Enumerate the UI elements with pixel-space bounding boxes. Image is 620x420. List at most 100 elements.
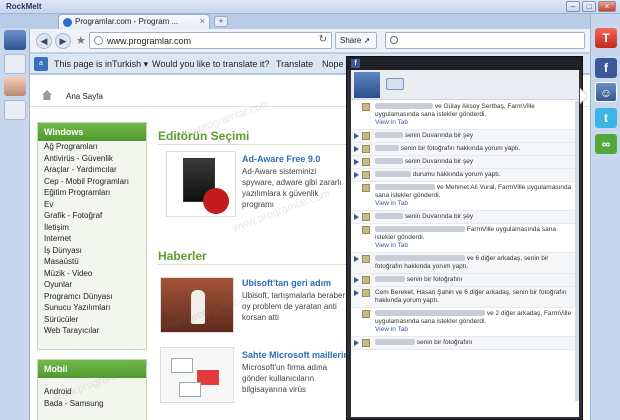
expand-arrow-icon[interactable]	[354, 159, 359, 165]
list-item[interactable]: ve Mehmet Ali Vural, FarmVille uygulamas…	[351, 182, 579, 211]
divider	[158, 144, 358, 145]
category-link[interactable]: Internet	[38, 233, 146, 245]
envelope-icon	[179, 382, 201, 397]
notification-text: senin bir fotoğrafını	[406, 276, 463, 283]
expand-arrow-icon[interactable]	[354, 340, 359, 346]
list-item[interactable]: senin Duvarında bir şey	[351, 156, 579, 169]
twitter-icon[interactable]: t	[595, 108, 617, 128]
list-item[interactable]: Cem Bereket, Hasan Şahin ve 6 diğer arka…	[351, 287, 579, 308]
list-item[interactable]: ve 6 diğer arkadaş, senin bir fotoğrafın…	[351, 253, 579, 274]
feed-reader-icon[interactable]: T	[595, 28, 617, 48]
chat-icon[interactable]: ∞	[595, 134, 617, 154]
editor-article-title[interactable]: Ad-Aware Free 9.0	[242, 154, 320, 164]
nope-button[interactable]: Nope	[322, 59, 344, 69]
category-link[interactable]: İletişim	[38, 222, 146, 234]
tab-title: Programlar.com - Program ...	[75, 17, 179, 26]
category-link[interactable]: Antivirüs - Güvenlik	[38, 153, 146, 165]
category-link[interactable]: Araçlar - Yardımcılar	[38, 164, 146, 176]
expand-arrow-icon[interactable]	[354, 146, 359, 152]
scrollbar[interactable]	[575, 101, 579, 401]
expand-arrow-icon[interactable]	[354, 172, 359, 178]
windows-category-box: Windows Ağ Programları Antivirüs - Güvenl…	[37, 122, 147, 350]
translate-icon: a	[34, 57, 48, 71]
expand-arrow-icon[interactable]	[354, 214, 359, 220]
tab-programlar[interactable]: Programlar.com - Program ... ×	[58, 14, 210, 29]
home-icon[interactable]	[42, 90, 52, 100]
view-in-tab-link[interactable]: View in Tab	[375, 242, 576, 250]
bookmark-star-icon[interactable]: ★	[76, 34, 86, 47]
news-section-title: Haberler	[158, 249, 207, 263]
new-tab-button[interactable]: +	[214, 16, 228, 27]
list-item[interactable]: FarmVille uygulamasında sana istekler gö…	[351, 224, 579, 253]
category-link[interactable]: Ağ Programları	[38, 141, 146, 153]
list-item[interactable]: senin bir fotoğrafını	[351, 274, 579, 287]
category-link[interactable]: Cep - Mobil Programları	[38, 176, 146, 188]
category-link[interactable]: Sürücüler	[38, 314, 146, 326]
category-link[interactable]: Masaüstü	[38, 256, 146, 268]
category-link[interactable]: Eğitim Programları	[38, 187, 146, 199]
forward-button[interactable]: ▶	[55, 33, 71, 49]
share-button[interactable]: Share ➚	[335, 32, 377, 49]
list-item[interactable]: senin Duvarında bir şey	[351, 130, 579, 143]
facebook-icon[interactable]: f	[595, 58, 617, 78]
address-bar[interactable]: www.programlar.com ↻	[89, 32, 332, 49]
facebook-profile-bar	[351, 70, 579, 100]
view-in-tab-icon[interactable]	[386, 78, 404, 90]
search-input[interactable]	[385, 32, 585, 49]
notification-icon	[362, 132, 370, 140]
category-link[interactable]: Programcı Dünyası	[38, 291, 146, 303]
mobil-category-list: Android Bada - Samsung	[38, 378, 146, 409]
avatar[interactable]	[354, 72, 380, 98]
close-button[interactable]: ×	[598, 1, 616, 12]
ubisoft-news-image[interactable]	[160, 277, 234, 333]
view-in-tab-link[interactable]: View in Tab	[375, 326, 576, 334]
list-item[interactable]: senin bir fotoğrafını	[351, 337, 579, 350]
adaware-box-image[interactable]	[166, 151, 236, 217]
blurred-name	[375, 213, 403, 220]
category-link[interactable]: Grafik - Fotoğraf	[38, 210, 146, 222]
mail-news-image[interactable]	[160, 347, 234, 403]
view-in-tab-link[interactable]: View in Tab	[375, 200, 576, 208]
category-link[interactable]: Bada - Samsung	[38, 398, 146, 410]
category-link[interactable]: Ev	[38, 199, 146, 211]
profile-avatar[interactable]	[4, 30, 26, 50]
category-link[interactable]: İş Dünyası	[38, 245, 146, 257]
contacts-icon[interactable]: ☺	[595, 82, 617, 102]
news-article-title[interactable]: Ubisoft'tan geri adım	[242, 278, 331, 288]
tab-close-icon[interactable]: ×	[200, 16, 205, 26]
news-article-title[interactable]: Sahte Microsoft maillerin	[242, 350, 349, 360]
blurred-name	[375, 145, 399, 152]
reload-icon[interactable]: ↻	[319, 34, 327, 45]
category-link[interactable]: Android	[38, 386, 146, 398]
blurred-name	[375, 132, 403, 139]
list-item[interactable]: senin bir fotoğrafın hakkında yorum yapt…	[351, 143, 579, 156]
tab-strip: Programlar.com - Program ... × +	[30, 14, 590, 29]
expand-arrow-icon[interactable]	[354, 290, 359, 296]
category-link[interactable]: Web Tarayıcılar	[38, 325, 146, 337]
maximize-button[interactable]: □	[582, 1, 596, 12]
expand-arrow-icon[interactable]	[354, 277, 359, 283]
view-in-tab-link[interactable]: View in Tab	[375, 119, 576, 127]
category-link[interactable]: Müzik - Video	[38, 268, 146, 280]
globe-icon	[94, 36, 103, 45]
window-controls: – □ ×	[566, 1, 616, 12]
friend-avatar[interactable]	[4, 76, 26, 96]
translate-button[interactable]: Translate	[276, 59, 313, 69]
language-select[interactable]: Turkish ▾	[112, 59, 148, 70]
url-text: www.programlar.com	[107, 36, 192, 46]
list-item[interactable]: durumu hakkında yorum yaptı.	[351, 169, 579, 182]
list-item[interactable]: ve 2 diğer arkadaş, FarmVille uygulaması…	[351, 308, 579, 337]
category-link[interactable]: Sunucu Yazılımları	[38, 302, 146, 314]
expand-arrow-icon[interactable]	[354, 133, 359, 139]
list-item[interactable]: senin Duvarında bir şey	[351, 211, 579, 224]
list-item[interactable]: ve Gülay Aksoy Sertbaş, FarmVille uygula…	[351, 101, 579, 130]
translate-question: Would you like to translate it?	[152, 59, 270, 69]
add-friends-icon[interactable]	[4, 100, 26, 120]
expand-arrow-icon[interactable]	[354, 256, 359, 262]
minimize-button[interactable]: –	[566, 1, 580, 12]
apps-icon[interactable]	[4, 54, 26, 74]
back-button[interactable]: ◀	[36, 33, 52, 49]
breadcrumb-home[interactable]: Ana Sayfa	[66, 92, 103, 101]
notification-icon	[362, 145, 370, 153]
category-link[interactable]: Oyunlar	[38, 279, 146, 291]
